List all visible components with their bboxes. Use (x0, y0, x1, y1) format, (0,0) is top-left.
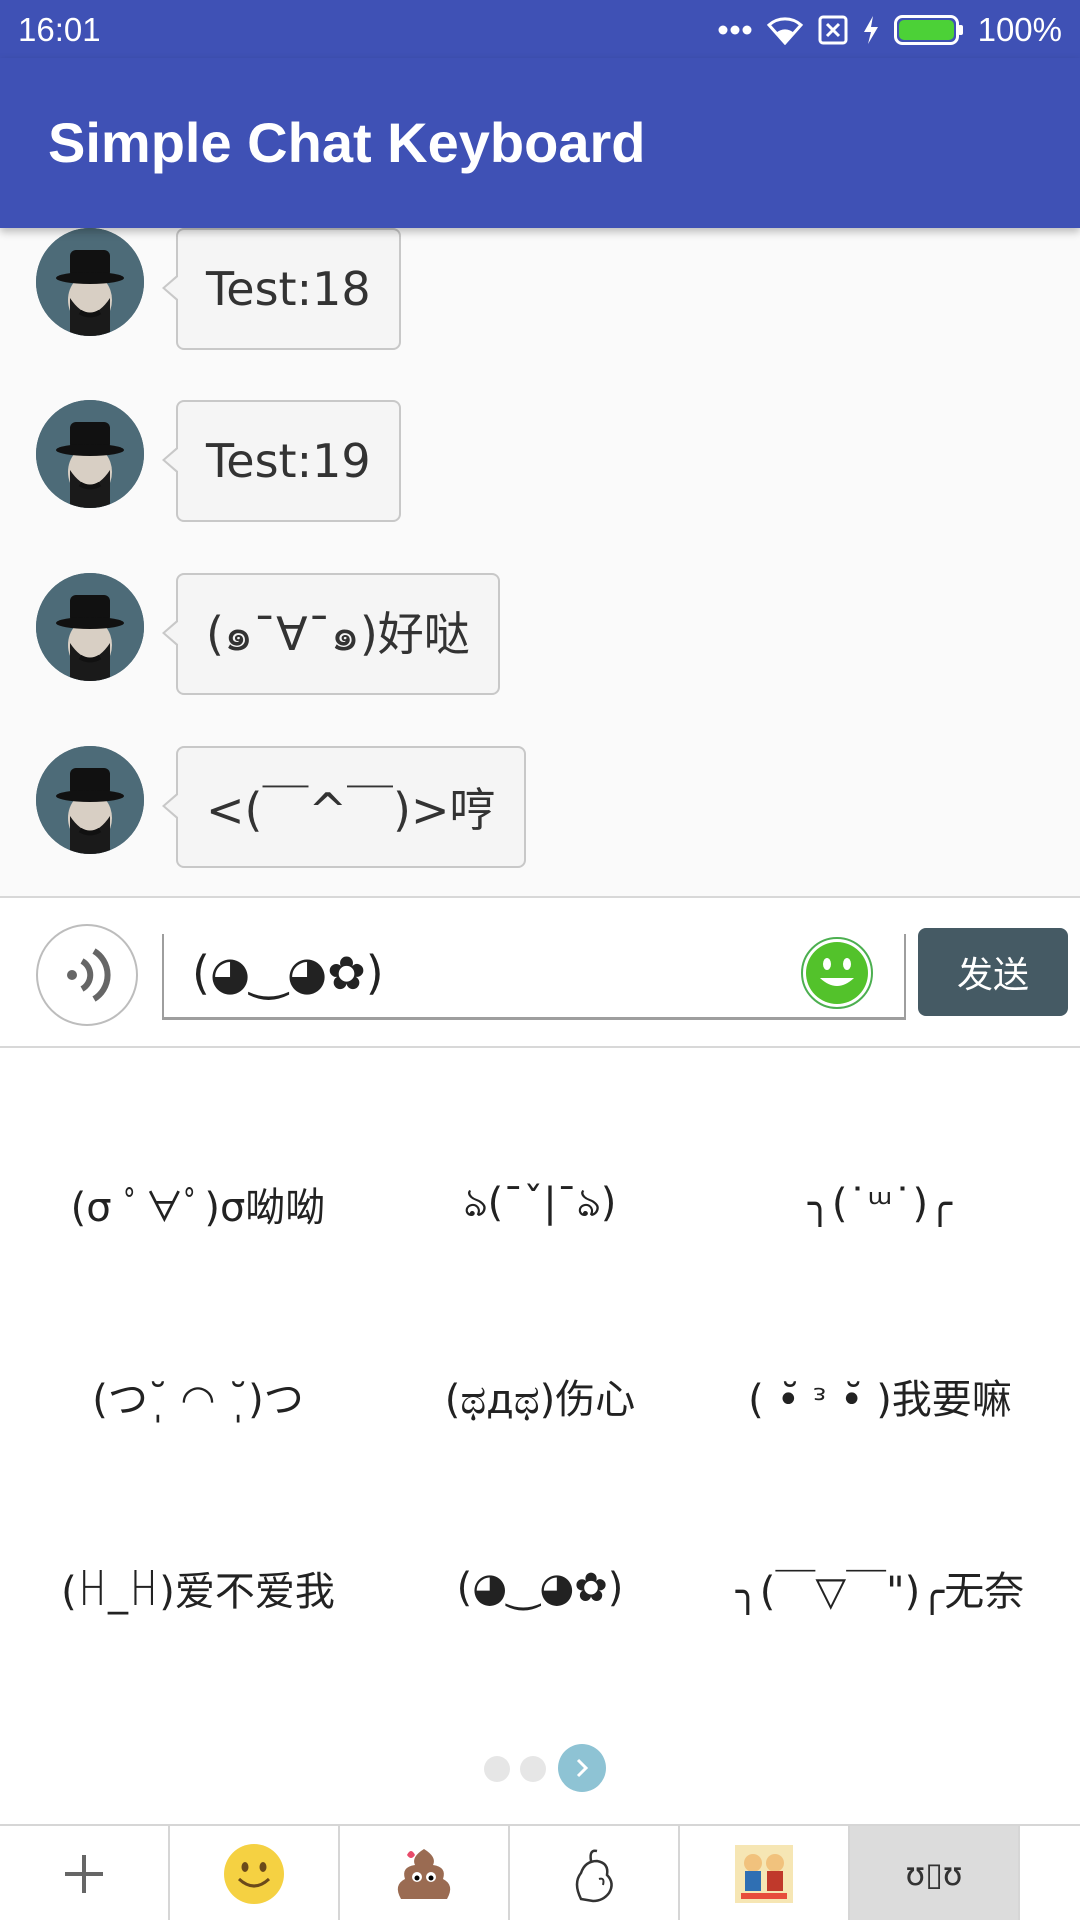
kaomoji-item[interactable]: ╮(˙ᵚ˙)╭ (700, 1144, 1060, 1264)
app-bar: Simple Chat Keyboard (0, 58, 1080, 228)
app-title: Simple Chat Keyboard (48, 111, 646, 174)
kaomoji-item[interactable]: (ꀿ_ꀿ)爱不爱我 (18, 1528, 378, 1648)
kaomoji-item[interactable]: ( •̆ ᵌ •̆ )我要嘛 (700, 1336, 1060, 1456)
status-icons: 100% (718, 8, 1062, 52)
no-sim-icon (818, 15, 848, 45)
message-bubble[interactable]: Test:19 (162, 400, 401, 522)
page-dot[interactable] (520, 1756, 546, 1782)
avatar[interactable] (36, 746, 144, 854)
tab-sticker-3[interactable] (680, 1826, 850, 1920)
tab-emoji[interactable] (170, 1826, 340, 1920)
voice-button[interactable] (36, 924, 138, 1026)
status-bar: 16:01 100% (0, 0, 1080, 58)
tab-sticker-2[interactable] (510, 1826, 680, 1920)
message-row: (๑¯∀¯๑)好哒 (0, 573, 1080, 713)
message-row: Test:18 (0, 228, 1080, 368)
kaomoji-item[interactable]: ঌ(¯ˇ|¯ঌ) (360, 1144, 720, 1264)
message-row: <(￣^￣)>哼 (0, 746, 1080, 886)
wifi-icon (766, 17, 803, 45)
app-root: 16:01 100% Simple Chat Keyboard Test:18 … (0, 0, 1080, 1920)
voice-icon (67, 948, 111, 1002)
battery-percent: 100% (977, 11, 1062, 48)
chevron-right-icon (576, 1758, 589, 1778)
bottom-toolbar: ʊ▯ʊ (0, 1824, 1080, 1920)
message-bubble[interactable]: (๑¯∀¯๑)好哒 (162, 573, 500, 695)
smiley-icon (224, 1844, 284, 1904)
message-bubble[interactable]: Test:18 (162, 228, 401, 350)
kaomoji-item[interactable]: (◕‿◕✿) (360, 1528, 720, 1648)
kaomoji-item[interactable]: (ಥдಥ)伤心 (360, 1336, 720, 1456)
kaomoji-item[interactable]: (つ˘̩ ◠ ˘̩)つ (18, 1336, 378, 1456)
message-row: Test:19 (0, 400, 1080, 540)
sticker-cartoon-icon (735, 1845, 793, 1903)
kaomoji-item[interactable]: ╮(￣▽￣")╭无奈 (700, 1528, 1060, 1648)
message-list[interactable]: Test:18 Test:19 (๑¯∀¯๑)好哒 <(￣^￣)>哼 (0, 228, 1080, 896)
plus-icon (65, 1855, 103, 1893)
page-dot[interactable] (484, 1756, 510, 1782)
tab-more[interactable] (0, 1826, 170, 1920)
tab-overflow[interactable] (1020, 1826, 1080, 1920)
message-input[interactable]: (◕‿◕✿) (162, 934, 906, 1020)
battery-icon (893, 15, 963, 45)
avatar[interactable] (36, 400, 144, 508)
sticker-hand-icon (575, 1849, 613, 1903)
tab-kaomoji[interactable]: ʊ▯ʊ (850, 1826, 1020, 1920)
charging-icon (863, 16, 878, 44)
avatar[interactable] (36, 573, 144, 681)
page-dot-active[interactable] (558, 1744, 606, 1792)
status-time: 16:01 (18, 11, 101, 48)
avatar[interactable] (36, 228, 144, 336)
kaomoji-item[interactable]: (σ ﾟ∀ﾟ)σ呦呦 (18, 1144, 378, 1264)
page-indicator (484, 1744, 614, 1794)
more-dots-icon (718, 25, 752, 35)
send-button[interactable]: 发送 (918, 928, 1068, 1016)
sticker-poo-icon (397, 1849, 451, 1899)
tab-kaomoji-label: ʊ▯ʊ (905, 1855, 963, 1893)
emoji-toggle-icon[interactable] (800, 936, 874, 1010)
tab-sticker-1[interactable] (340, 1826, 510, 1920)
message-bubble[interactable]: <(￣^￣)>哼 (162, 746, 526, 868)
